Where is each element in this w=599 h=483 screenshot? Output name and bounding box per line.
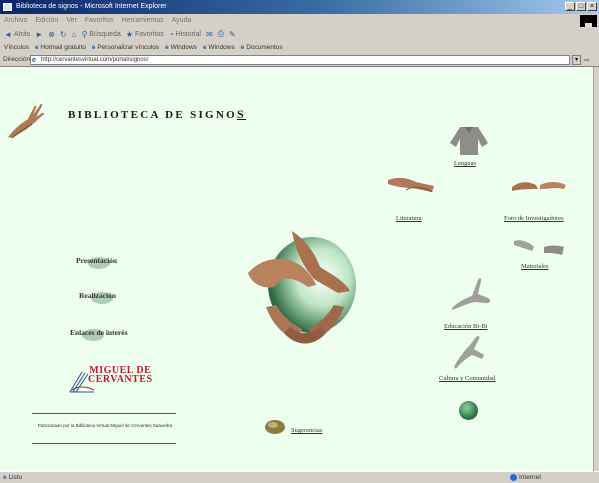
go-arrow-icon: ⇨ [584,57,590,64]
links-label: Vínculos [4,43,29,51]
gesture-hands-icon [514,240,564,255]
link-customize[interactable]: e Personalizar vínculos [92,44,159,51]
history-icon: ◔ [168,29,174,39]
mailbox-icon [265,420,285,434]
menu-help[interactable]: Ayuda [172,17,192,24]
link-hotmail[interactable]: e Hotmail gratuito [35,44,86,51]
raised-hands-icon [452,278,491,310]
printer-icon: ⎙ [217,29,225,38]
ie-page-icon: e [165,43,169,51]
hand-sign-icon [388,177,434,193]
materiales-link[interactable]: Materiales [521,263,548,270]
maximize-button[interactable]: □ [576,2,586,11]
ie-page-icon: e [3,474,7,481]
address-input[interactable]: e http://cervantesvirtual.com/portal/sig… [30,55,570,65]
star-icon: ★ [125,29,133,39]
presentacion-button[interactable]: Presentación [76,256,117,270]
window-title-bar: Biblioteca de signos - Microsoft Interne… [0,0,599,14]
mail-button[interactable]: ✉ [206,30,213,39]
page-content: BIBLIOTECA DE SIGNOS Presentación Realiz… [0,67,593,471]
search-button[interactable]: ⚲ Búsqueda [81,30,120,39]
ie-page-icon: e [34,43,39,51]
vertical-scrollbar[interactable] [593,67,599,471]
address-bar: Dirección e http://cervantesvirtual.com/… [0,53,599,67]
link-windows[interactable]: e Windows [165,44,197,51]
status-text: Listo [8,474,23,481]
favorites-button[interactable]: ★ Favoritos [126,30,164,39]
chevron-down-icon: ▾ [574,57,578,63]
standard-toolbar: ◄ Atrás ► ⊗ ↻ ⌂ ⚲ Búsqueda ★ Favoritos ◔ His… [0,27,599,41]
status-bar: e Listo Internet [0,471,599,483]
divider-bottom [32,443,176,444]
edit-button[interactable]: ✎ [229,30,236,39]
security-zone: Internet [510,474,541,481]
home-icon: ⌂ [71,29,77,39]
close-button[interactable]: × [587,2,597,11]
realizacion-button[interactable]: Realización [79,291,116,305]
minimize-button[interactable]: _ [565,2,575,11]
address-label: Dirección [3,56,31,63]
ie-page-icon: e [240,43,245,51]
search-icon: ⚲ [81,29,88,39]
address-url: http://cervantesvirtual.com/portal/signo… [41,57,149,63]
literatura-link[interactable]: Literatura [396,215,422,222]
pointing-hand-icon [454,336,484,369]
back-arrow-icon: ◄ [4,29,12,39]
address-dropdown-button[interactable]: ▾ [572,55,581,65]
edit-icon: ✎ [229,29,236,39]
refresh-icon: ↻ [59,29,67,39]
signing-hands-image [248,231,356,344]
link-windows-2[interactable]: e Windows [203,44,235,51]
cultura-link[interactable]: Cultura y Comunidad [439,375,495,382]
menu-edit[interactable]: Edición [35,17,58,24]
hand-logo-icon [8,103,45,139]
window-controls: _ □ × [565,2,597,11]
stop-button[interactable]: ⊗ [48,30,55,39]
internet-explorer-icon [3,3,12,11]
menu-favorites[interactable]: Favoritos [85,17,114,24]
home-button[interactable]: ⌂ [72,30,77,39]
history-button[interactable]: ◔ Historial [169,30,201,39]
enlaces-button[interactable]: Enlaces de interés [70,328,128,342]
link-documents[interactable]: e Documentos [241,44,283,51]
back-button[interactable]: ◄ Atrás [4,30,30,39]
sweater-person-icon [450,127,488,155]
ie-page-icon: e [91,43,96,51]
cervantes-logo[interactable]: MIGUEL DE CERVANTES [68,362,152,398]
go-button[interactable]: ⇨ [584,56,590,64]
menu-view[interactable]: Ver [66,17,77,24]
forward-button[interactable]: ► [35,30,43,39]
forward-arrow-icon: ► [35,29,44,39]
foro-link[interactable]: Foro de Investigadores [504,215,564,222]
ie-page-icon: e [32,57,36,64]
globe-button[interactable] [459,401,478,420]
globe-icon [510,474,517,481]
credits-text: Patrocinado por la Biblioteca Virtual Mi… [37,423,173,428]
links-bar: Vínculos e Hotmail gratuito e Personaliz… [0,41,599,53]
menu-file[interactable]: Archivo [4,17,27,24]
ie-page-icon: e [202,43,207,51]
window-title: Biblioteca de signos - Microsoft Interne… [16,3,167,10]
page-title: BIBLIOTECA DE SIGNOS [68,107,247,121]
sugerencias-link[interactable]: Sugerencias [291,427,322,434]
mail-icon: ✉ [205,29,213,39]
two-hands-icon [512,182,566,191]
stop-icon: ⊗ [48,29,55,39]
print-button[interactable]: ⎙ [218,29,224,39]
refresh-button[interactable]: ↻ [60,30,67,39]
divider-top [32,413,176,414]
menu-bar: Archivo Edición Ver Favoritos Herramient… [0,14,599,41]
lenguas-link[interactable]: Lenguas [454,160,476,167]
menu-tools[interactable]: Herramientas [122,17,164,24]
educacion-link[interactable]: Educación Bi-Bi [444,323,488,330]
